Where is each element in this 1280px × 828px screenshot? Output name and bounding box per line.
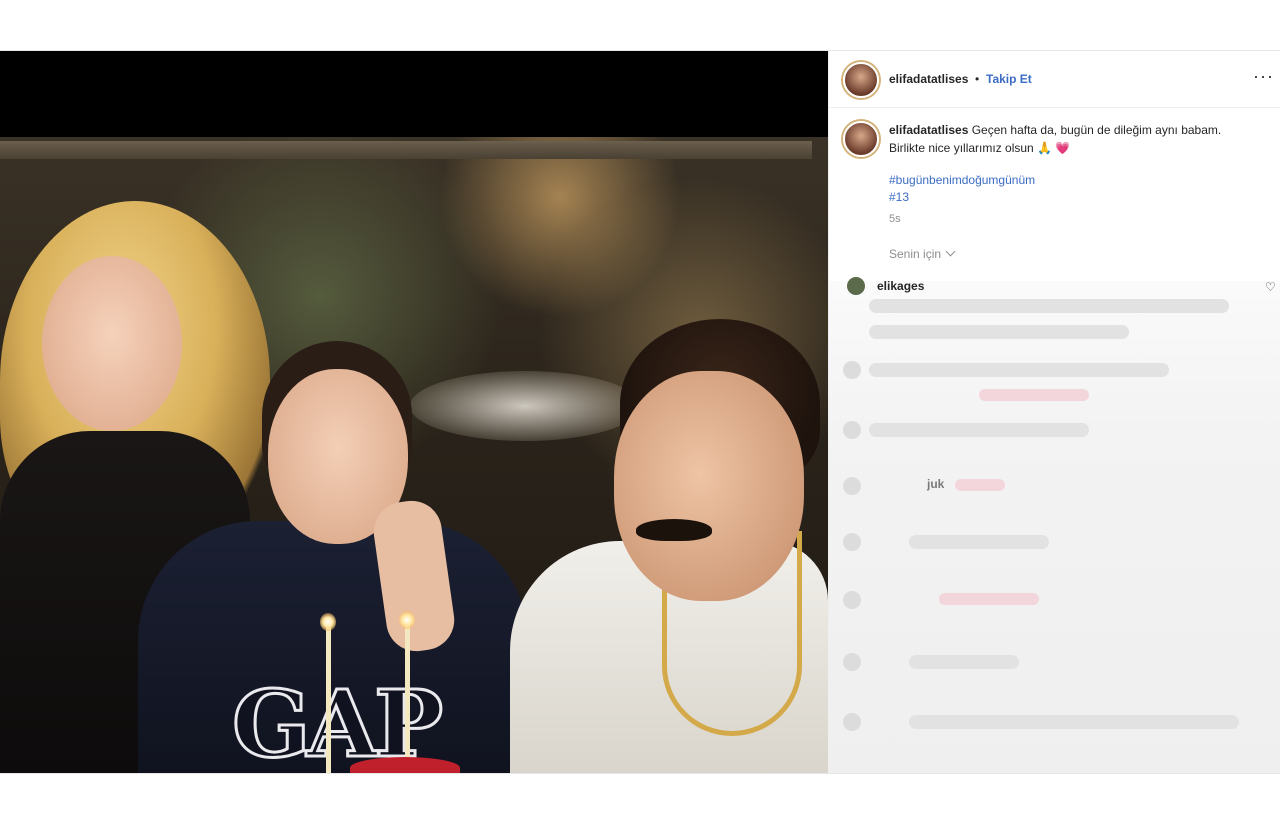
blurred-avatar (843, 361, 861, 379)
caption-username[interactable]: elifadatatlises (889, 123, 968, 137)
birthday-cake (350, 757, 460, 773)
blurred-comment-line (869, 423, 1089, 437)
comment-sort-selector[interactable]: Senin için (889, 246, 956, 261)
blurred-avatar (843, 713, 861, 731)
hashtag-13-link[interactable]: #13 (889, 190, 909, 204)
post-photo[interactable]: GAP (0, 51, 828, 773)
caption-avatar[interactable] (843, 121, 879, 157)
blurred-comment-accent (979, 389, 1089, 401)
flame-right (399, 611, 415, 629)
woman-face (42, 256, 182, 431)
blurred-avatar (843, 653, 861, 671)
pray-emoji: 🙏 (1037, 141, 1056, 155)
blurred-comment-word: juk (927, 477, 945, 491)
candle-right (405, 623, 410, 773)
background-table (410, 371, 640, 441)
window-frame (0, 141, 812, 159)
photo-letterbox (0, 51, 828, 137)
man-mustache (636, 519, 712, 541)
separator-dot: • (975, 72, 980, 86)
heart-icon[interactable]: ♡ (1265, 281, 1279, 293)
more-options-icon[interactable]: ··· (1253, 67, 1275, 85)
blurred-avatar (843, 421, 861, 439)
heart-emoji: 💗 (1055, 141, 1071, 155)
blurred-comments: juk (829, 281, 1280, 773)
blurred-comment-line (869, 299, 1229, 313)
flame-left (320, 613, 336, 631)
post-caption: elifadatatlises Geçen hafta da, bugün de… (889, 121, 1259, 157)
author-username[interactable]: elifadatatlises (889, 72, 968, 86)
blurred-comment-accent (955, 479, 1005, 491)
man-face (614, 371, 804, 601)
blurred-avatar (843, 477, 861, 495)
candle-left (326, 625, 331, 773)
author-avatar[interactable] (843, 62, 879, 98)
blurred-comment-line (869, 325, 1129, 339)
blurred-comment-line (869, 363, 1169, 377)
post-header: elifadatatlises • Takip Et ··· (829, 51, 1280, 108)
blurred-comment-accent (939, 593, 1039, 605)
post-side-panel: elifadatatlises • Takip Et ··· elifadata… (828, 51, 1280, 773)
comment-row: elikages ♡ (847, 277, 1276, 299)
hashtag-link[interactable]: #bugünbenimdoğumgünüm (889, 173, 1035, 187)
post-timestamp[interactable]: 5s (889, 213, 901, 225)
blurred-comment-line (909, 715, 1239, 729)
sort-label: Senin için (889, 247, 942, 261)
blurred-avatar (843, 591, 861, 609)
follow-button[interactable]: Takip Et (986, 72, 1032, 86)
commenter-username[interactable]: elikages (877, 279, 924, 293)
instagram-post: GAP elifadatatlises • Takip Et ··· elifa… (0, 50, 1280, 774)
blurred-comment-line (909, 535, 1049, 549)
commenter-avatar[interactable] (847, 277, 865, 295)
blurred-avatar (843, 533, 861, 551)
blurred-comment-line (909, 655, 1019, 669)
chevron-down-icon (945, 246, 956, 257)
